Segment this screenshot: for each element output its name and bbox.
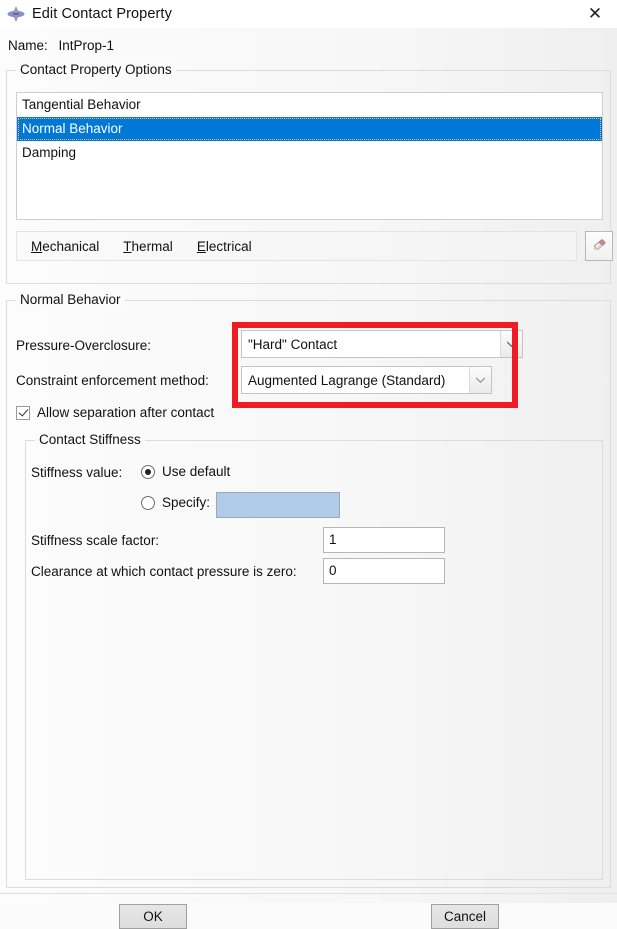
radio-icon[interactable] bbox=[141, 464, 155, 479]
ok-button[interactable]: OK bbox=[119, 904, 187, 929]
constraint-enforcement-value: Augmented Lagrange (Standard) bbox=[248, 372, 446, 388]
dialog-body: Name: IntProp-1 Contact Property Options… bbox=[0, 28, 617, 929]
constraint-enforcement-select[interactable]: Augmented Lagrange (Standard) bbox=[241, 366, 492, 394]
pressure-overclosure-value: "Hard" Contact bbox=[248, 336, 338, 352]
allow-separation-label: Allow separation after contact bbox=[37, 405, 215, 420]
eraser-icon bbox=[591, 236, 608, 256]
list-item-tangential-behavior[interactable]: Tangential Behavior bbox=[17, 93, 602, 117]
menu-rest-thermal: hermal bbox=[131, 238, 173, 254]
menu-mnemonic-mechanical: M bbox=[31, 238, 43, 254]
menu-item-electrical[interactable]: Electrical bbox=[197, 239, 252, 254]
stiffness-value-label: Stiffness value: bbox=[31, 465, 123, 480]
list-item-normal-behavior[interactable]: Normal Behavior bbox=[17, 117, 602, 141]
name-row: Name: IntProp-1 bbox=[8, 38, 114, 53]
chevron-down-icon[interactable] bbox=[469, 367, 491, 393]
name-label: Name: bbox=[8, 38, 48, 53]
use-default-label: Use default bbox=[162, 464, 231, 479]
contact-property-options-group: Contact Property Options Tangential Beha… bbox=[6, 62, 613, 284]
menu-item-thermal[interactable]: Thermal bbox=[123, 239, 173, 254]
constraint-enforcement-label: Constraint enforcement method: bbox=[16, 373, 209, 388]
clearance-input[interactable]: 0 bbox=[323, 558, 445, 584]
stiffness-use-default-radio[interactable]: Use default bbox=[141, 464, 230, 479]
window-title: Edit Contact Property bbox=[32, 6, 172, 22]
stiffness-scale-factor-input[interactable]: 1 bbox=[323, 527, 445, 553]
pressure-overclosure-select[interactable]: "Hard" Contact bbox=[241, 330, 523, 358]
delete-behavior-button[interactable] bbox=[585, 231, 613, 261]
title-bar: Edit Contact Property ✕ bbox=[0, 0, 617, 28]
checkbox-icon[interactable] bbox=[16, 405, 30, 420]
footer-separator bbox=[0, 893, 617, 894]
specify-label: Specify: bbox=[162, 495, 211, 510]
contact-stiffness-group: Contact Stiffness Stiffness value: Use d… bbox=[25, 432, 603, 880]
pressure-overclosure-label: Pressure-Overclosure: bbox=[16, 338, 152, 353]
stiffness-specify-radio[interactable]: Specify: bbox=[141, 495, 210, 510]
menu-item-mechanical[interactable]: Mechanical bbox=[31, 239, 99, 254]
contact-property-options-list[interactable]: Tangential Behavior Normal Behavior Damp… bbox=[16, 92, 603, 220]
behavior-menu-bar: Mechanical Thermal Electrical bbox=[16, 231, 577, 261]
menu-mnemonic-electrical: E bbox=[196, 238, 206, 254]
normal-behavior-title: Normal Behavior bbox=[16, 292, 125, 307]
clearance-label: Clearance at which contact pressure is z… bbox=[31, 564, 297, 579]
list-item-damping[interactable]: Damping bbox=[17, 141, 602, 165]
close-icon[interactable]: ✕ bbox=[573, 0, 617, 28]
contact-property-options-title: Contact Property Options bbox=[16, 62, 176, 77]
menu-mnemonic-thermal: T bbox=[123, 238, 132, 254]
radio-icon[interactable] bbox=[141, 495, 155, 510]
allow-separation-checkbox[interactable]: Allow separation after contact bbox=[16, 405, 214, 420]
abaqus-diamond-icon bbox=[7, 5, 25, 23]
name-value: IntProp-1 bbox=[58, 38, 115, 53]
contact-stiffness-title: Contact Stiffness bbox=[35, 432, 145, 447]
chevron-down-icon[interactable] bbox=[500, 331, 522, 357]
normal-behavior-group: Normal Behavior Pressure-Overclosure: "H… bbox=[6, 292, 611, 888]
menu-rest-electrical: lectrical bbox=[205, 238, 252, 254]
cancel-button[interactable]: Cancel bbox=[431, 904, 499, 929]
menu-rest-mechanical: echanical bbox=[42, 238, 100, 254]
specify-stiffness-input[interactable] bbox=[216, 492, 340, 518]
stiffness-scale-factor-label: Stiffness scale factor: bbox=[31, 533, 160, 548]
